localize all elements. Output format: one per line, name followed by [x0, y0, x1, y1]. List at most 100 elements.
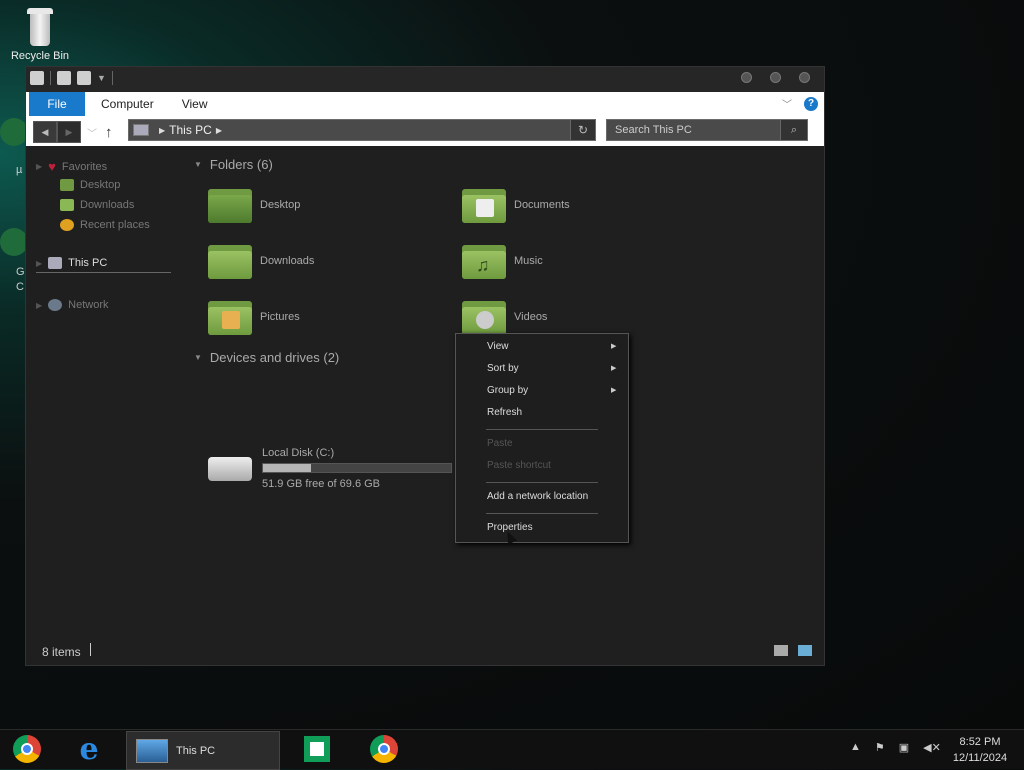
folder-desktop[interactable]: Desktop [208, 187, 300, 223]
menu-item-sort-by[interactable]: Sort by ▶ [487, 363, 616, 374]
desktop-app-icon[interactable] [0, 118, 28, 146]
nav-this-pc[interactable]: ▶ This PC [36, 257, 171, 273]
address-bar[interactable]: ▶ This PC ▶ ↻ [128, 119, 596, 141]
large-icons-view-icon[interactable] [798, 645, 812, 656]
forward-button[interactable]: ▶ [57, 121, 81, 143]
toolbar-divider [111, 71, 113, 85]
folder-pictures[interactable]: Pictures [208, 299, 300, 335]
taskbar-window-label: This PC [176, 744, 216, 757]
properties-icon[interactable] [57, 71, 71, 85]
volume-muted-icon[interactable]: ◀✕ [923, 741, 941, 754]
recycle-bin-desktop-icon[interactable]: Recycle Bin [8, 6, 72, 62]
computer-icon[interactable] [30, 71, 44, 85]
nav-desktop[interactable]: Desktop [60, 179, 120, 191]
collapse-arrow-icon[interactable]: ▼ [194, 353, 202, 362]
menu-item-label: View [487, 341, 509, 352]
submenu-arrow-icon: ▶ [611, 365, 617, 372]
desktop-app-icon[interactable] [0, 228, 28, 256]
close-button[interactable] [799, 72, 810, 83]
network-status-icon[interactable]: ▣ [899, 741, 909, 754]
taskbar-store-icon[interactable] [300, 734, 334, 764]
nav-network-label: Network [68, 299, 109, 311]
taskbar-internet-explorer-icon[interactable]: e [72, 732, 106, 767]
folder-label: Documents [514, 199, 570, 211]
devices-group-label: Devices and drives (2) [209, 350, 340, 365]
navigation-pane: ▶ ♥ Favorites Desktop Downloads Recent p… [26, 147, 176, 627]
quick-access-toolbar: ▼ [30, 71, 113, 85]
expand-ribbon-chevron-icon[interactable]: ﹀ [782, 96, 792, 111]
collapse-arrow-icon[interactable]: ▼ [194, 160, 202, 169]
nav-favorites[interactable]: ▶ ♥ Favorites [36, 159, 107, 174]
new-folder-icon[interactable] [77, 71, 91, 85]
help-icon[interactable]: ? [804, 96, 818, 111]
drive-local-disk-c[interactable]: Local Disk (C:) 51.9 GB free of 69.6 GB [208, 447, 452, 490]
folder-videos[interactable]: Videos [462, 299, 547, 335]
minimize-button[interactable] [741, 72, 752, 83]
drive-usage-bar [262, 463, 452, 473]
nav-recent-places-label: Recent places [80, 219, 150, 231]
folder-music[interactable]: ♫ Music [462, 243, 543, 279]
tab-computer[interactable]: Computer [85, 97, 168, 111]
expand-arrow-icon[interactable]: ▶ [36, 162, 42, 171]
nav-downloads[interactable]: Downloads [60, 199, 134, 211]
maximize-button[interactable] [770, 72, 781, 83]
show-hidden-icons-chevron-icon[interactable]: ▲ [850, 741, 861, 754]
folder-label: Desktop [260, 199, 301, 211]
menu-item-paste[interactable]: Paste [487, 438, 513, 449]
menu-separator [486, 482, 598, 483]
clock-icon [60, 219, 74, 231]
nav-recent-places[interactable]: Recent places [60, 219, 150, 231]
folder-label: Videos [514, 311, 548, 323]
nav-network[interactable]: ▶ Network [36, 299, 109, 311]
search-icon[interactable]: ⌕ [780, 120, 807, 140]
taskbar-chrome-icon[interactable] [367, 734, 401, 764]
folders-group-label: Folders (6) [209, 157, 273, 172]
tab-file[interactable]: File [29, 92, 85, 116]
heart-icon: ♥ [48, 159, 56, 174]
taskbar-chrome-start-icon[interactable] [10, 734, 44, 764]
folder-documents[interactable]: Documents [462, 187, 570, 223]
details-view-icon[interactable] [774, 645, 788, 656]
music-folder-icon: ♫ [462, 243, 506, 279]
recent-locations-chevron-icon[interactable]: ﹀ [87, 125, 97, 140]
context-menu: View ▶ Sort by ▶ Group by ▶ Refresh Paste P… [455, 333, 629, 543]
menu-item-add-network-location[interactable]: Add a network location [487, 491, 588, 502]
devices-group-header[interactable]: ▼ Devices and drives (2) [194, 350, 339, 365]
clock-time: 8:52 PM [959, 736, 1001, 748]
refresh-button[interactable]: ↻ [570, 120, 595, 140]
menu-separator [486, 513, 598, 514]
menu-separator [486, 429, 598, 430]
system-tray: ▲ ⚑ ▣ ◀✕ [850, 741, 941, 754]
tab-view[interactable]: View [168, 97, 222, 111]
menu-item-paste-shortcut[interactable]: Paste shortcut [487, 460, 551, 471]
expand-arrow-icon[interactable]: ▶ [36, 259, 42, 268]
this-pc-icon [133, 124, 149, 136]
documents-folder-icon [462, 187, 506, 223]
menu-item-label: Sort by [487, 363, 519, 374]
back-button[interactable]: ◀ [33, 121, 57, 143]
breadcrumb-separator-icon[interactable]: ▶ [216, 126, 222, 135]
expand-arrow-icon[interactable]: ▶ [36, 301, 42, 310]
taskbar-this-pc-button[interactable]: This PC [126, 731, 280, 770]
folders-group-header[interactable]: ▼ Folders (6) [194, 157, 273, 172]
taskbar-clock[interactable]: 8:52 PM 12/11/2024 [944, 734, 1016, 766]
text-cursor [90, 643, 91, 656]
pictures-folder-icon [208, 299, 252, 335]
status-bar: 8 items [26, 637, 824, 665]
up-button[interactable]: ↑ [105, 124, 113, 141]
desktop-folder-icon [208, 187, 252, 223]
recycle-bin-icon [25, 6, 55, 48]
menu-item-refresh[interactable]: Refresh [487, 407, 522, 418]
nav-downloads-label: Downloads [80, 199, 135, 211]
search-input[interactable] [607, 120, 777, 140]
customize-toolbar-chevron-icon[interactable]: ▼ [97, 73, 106, 83]
menu-item-group-by[interactable]: Group by ▶ [487, 385, 616, 396]
desktop-icon-label-fragment: µ [16, 164, 23, 176]
action-center-flag-icon[interactable]: ⚑ [875, 741, 885, 754]
breadcrumb-separator-icon[interactable]: ▶ [159, 126, 165, 135]
folder-downloads[interactable]: Downloads [208, 243, 314, 279]
menu-item-view[interactable]: View ▶ [487, 341, 616, 352]
breadcrumb-this-pc[interactable]: This PC [169, 123, 212, 137]
monitor-icon [136, 738, 168, 763]
folder-label: Music [514, 255, 543, 267]
